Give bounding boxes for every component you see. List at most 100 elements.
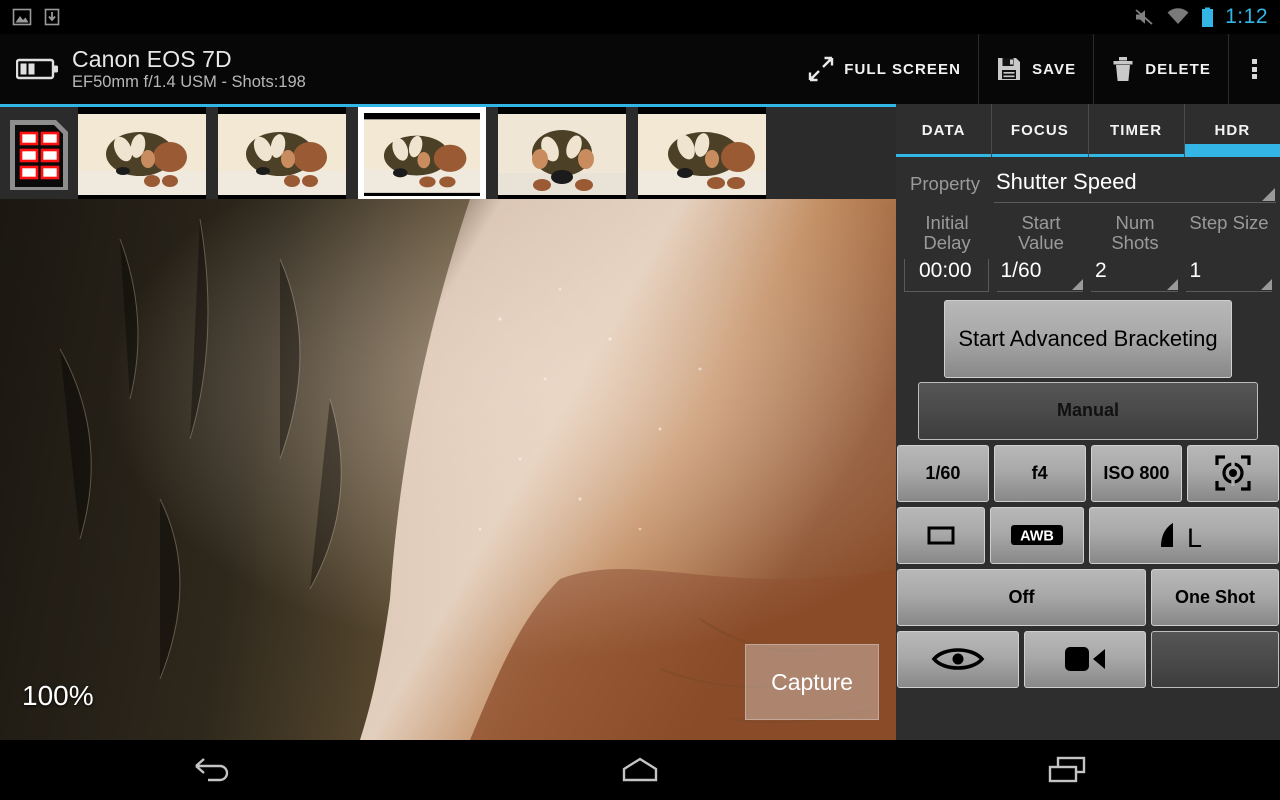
thumbnail-1[interactable] [78,107,206,202]
nav-back-button[interactable] [153,740,273,800]
overflow-dot [1252,59,1257,64]
thumbnail-image [78,107,206,202]
save-label: SAVE [1032,60,1077,78]
floppy-disk-icon [998,58,1021,80]
overflow-dot [1252,74,1257,79]
svg-text:AWB: AWB [1020,529,1054,545]
property-value: Shutter Speed [996,169,1137,194]
iso-button[interactable]: ISO 800 [1090,444,1183,502]
thumbnail-5[interactable] [638,107,766,202]
initial-delay-header: Initial Delay [923,212,971,253]
num-shots-spinner[interactable]: 2 [1091,259,1178,292]
empty-button[interactable] [1151,630,1279,688]
exposure-mode-button[interactable]: Manual [918,381,1258,440]
property-label: Property [910,173,980,194]
aperture-button[interactable]: f4 [993,444,1086,502]
tab-focus[interactable]: FOCUS [992,104,1089,157]
back-arrow-icon [195,758,229,782]
num-shots-value: 2 [1095,258,1107,282]
thumbnail-2[interactable] [218,107,346,202]
thumbnail-image [638,107,766,202]
step-size-value: 1 [1189,258,1202,282]
start-advanced-bracketing-button[interactable]: Start Advanced Bracketing [944,299,1232,378]
image-icon [12,8,32,26]
initial-delay-value: 00:00 [918,258,972,282]
settings-row-4 [896,626,1280,688]
tab-hdr[interactable]: HDR [1184,104,1280,157]
shutter-speed-button[interactable]: 1/60 [897,444,989,502]
full-screen-button[interactable]: FULL SCREEN [791,34,978,104]
num-shots-header: Num Shots [1111,212,1159,253]
quality-large-icon: L [1161,523,1202,553]
thumbnail-3[interactable] [358,107,486,202]
thumbnail-image [218,107,346,202]
metering-mode-icon [1215,455,1251,492]
rectangle-icon [927,526,955,545]
nav-home-button[interactable] [580,740,700,800]
thumbnail-filmstrip[interactable] [0,104,896,202]
start-value-value: 1/60 [1000,258,1042,282]
action-bar-buttons: FULL SCREEN SAVE DELETE [791,34,1280,104]
video-camera-icon [1065,647,1105,672]
exposure-button[interactable] [897,506,985,564]
control-panel: DATA FOCUS TIMER HDR Property Shutter Sp… [896,104,1280,740]
status-bar-clock: 1:12 [1225,5,1268,28]
tab-timer[interactable]: TIMER [1088,104,1185,157]
image-quality-button[interactable]: L [1089,506,1279,564]
chevron-down-icon [1072,278,1083,290]
step-size-header: Step Size [1189,212,1269,233]
live-view-preview[interactable]: 100% Capture [0,199,896,740]
camera-battery-icon [0,56,72,82]
nav-recents-button[interactable] [1007,740,1127,800]
tab-data[interactable]: DATA [896,104,993,157]
home-icon [622,757,658,782]
property-dropdown[interactable]: Shutter Speed [994,167,1276,203]
chevron-down-icon [1262,188,1275,201]
recents-icon [1048,756,1085,783]
live-view-button[interactable] [897,630,1019,688]
video-record-button[interactable] [1024,630,1146,688]
wifi-icon [1167,8,1189,24]
download-icon [44,8,60,26]
overflow-menu-icon[interactable] [1228,34,1280,104]
tab-timer-label: TIMER [1110,122,1163,139]
trash-icon [1113,57,1133,81]
save-button[interactable]: SAVE [978,34,1093,104]
android-nav-bar [0,740,1280,800]
expand-icon [809,56,834,82]
status-bar: 1:12 [0,0,1280,34]
initial-delay-input[interactable]: 00:00 [904,258,989,292]
sd-card-gallery-icon [10,119,68,190]
white-balance-button[interactable]: AWB [990,506,1084,564]
delete-label: DELETE [1145,60,1211,78]
capture-button[interactable]: Capture [745,644,879,720]
mute-icon [1135,9,1153,25]
awb-icon: AWB [1011,525,1063,546]
status-bar-system-icons: 1:12 [1133,5,1280,29]
full-screen-label: FULL SCREEN [844,60,962,78]
chevron-down-icon [1261,278,1272,290]
metering-mode-button[interactable] [1187,444,1279,502]
camera-info: Canon EOS 7D EF50mm f/1.4 USM - Shots:19… [72,47,306,91]
start-value-spinner[interactable]: 1/60 [996,258,1083,292]
step-size-spinner[interactable]: 1 [1185,258,1272,292]
camera-model-title: Canon EOS 7D [72,45,232,72]
settings-row-1: 1/60 f4 ISO 800 [896,440,1280,502]
eye-icon [931,648,985,671]
tab-focus-label: FOCUS [1010,122,1069,139]
drive-mode-button[interactable]: One Shot [1151,568,1279,626]
thumbnail-4[interactable] [498,107,626,202]
bracketing-values: 00:00 1/60 2 1 [896,253,1280,292]
thumbnail-image-selected [364,113,480,196]
gallery-button[interactable] [0,107,78,202]
battery-icon [1202,7,1214,27]
tab-data-label: DATA [921,122,966,139]
chevron-down-icon [1166,278,1178,290]
tab-hdr-label: HDR [1214,122,1251,139]
action-bar: Canon EOS 7D EF50mm f/1.4 USM - Shots:19… [0,34,1280,104]
flash-mode-button[interactable]: Off [897,568,1146,626]
app-root: 1:12 Canon EOS 7D EF50mm f/1.4 USM - Sho… [0,0,1280,800]
overflow-dot [1252,66,1257,72]
delete-button[interactable]: DELETE [1093,34,1228,104]
panel-tabs: DATA FOCUS TIMER HDR [896,104,1280,157]
